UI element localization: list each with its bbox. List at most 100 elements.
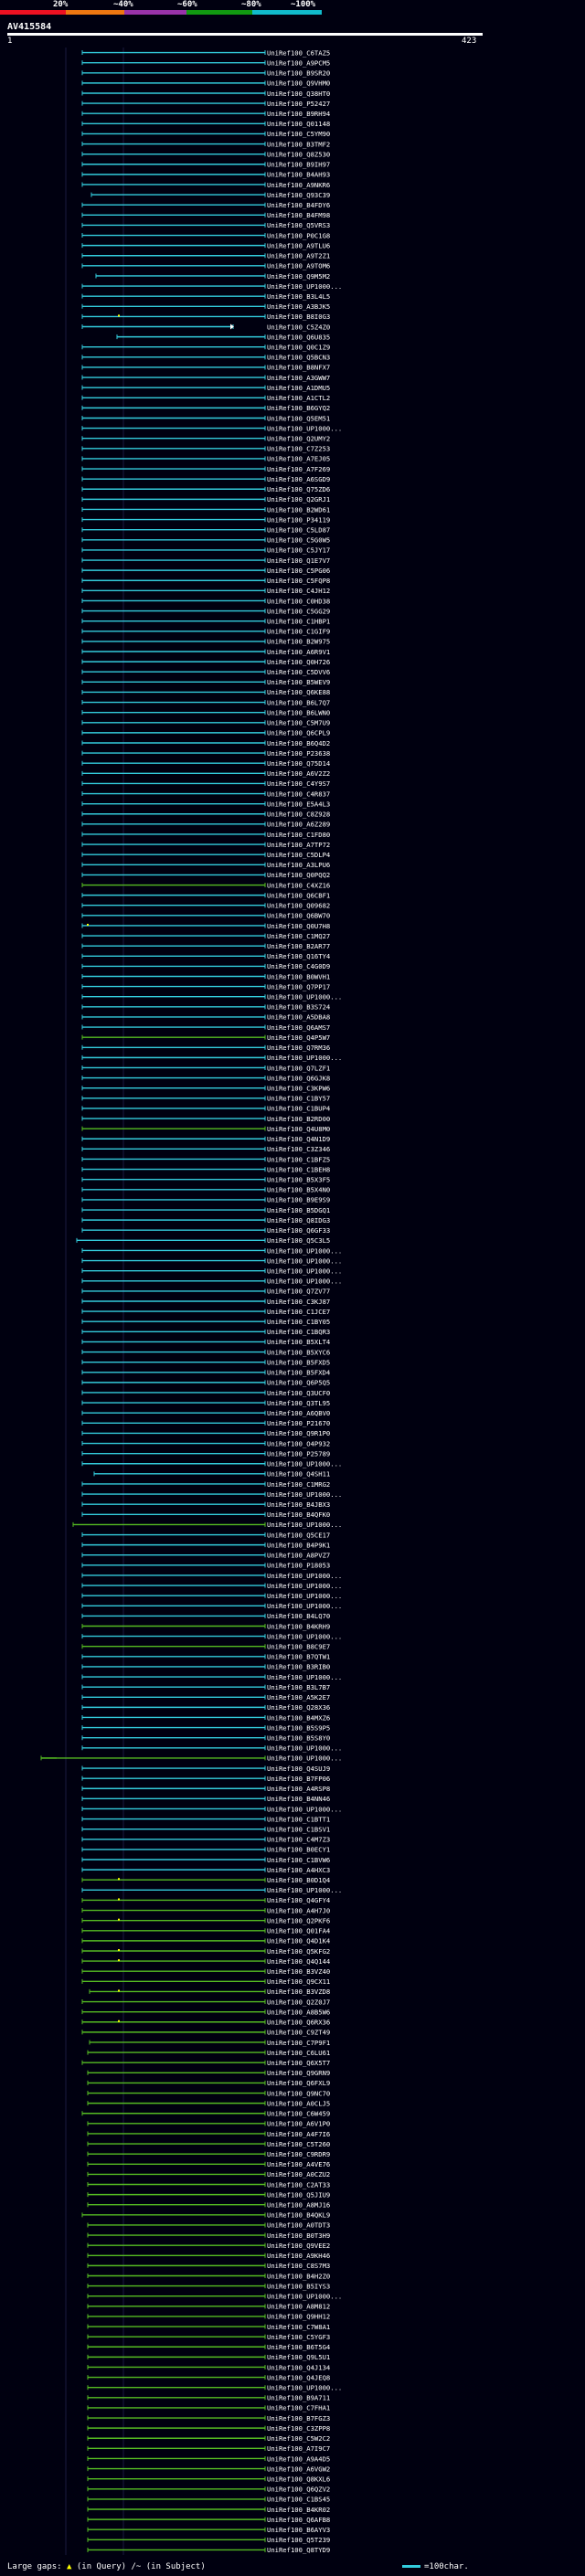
hit-label: UniRef100_A9TOM6	[267, 262, 330, 270]
hit-row: UniRef100_B6L7Q7	[81, 698, 330, 706]
hit-label: UniRef100_B5FXD4	[267, 1369, 330, 1377]
hit-label: UniRef100_C1BVW6	[267, 1856, 330, 1864]
hit-label: UniRef100_B5IYS3	[267, 2282, 330, 2290]
hit-label: UniRef100_C9RDR9	[267, 2150, 330, 2158]
hit-row: UniRef100_B5IYS3	[87, 2282, 330, 2290]
hit-row: UniRef100_Q9R1P0	[81, 1429, 330, 1437]
hit-row: UniRef100_Q75ZD6	[81, 485, 330, 493]
hit-label: UniRef100_B5XYC6	[267, 1348, 330, 1356]
hit-row: UniRef100_Q2GRJ1	[81, 495, 330, 504]
hit-row: UniRef100_Q2Z0J7	[81, 1998, 330, 2006]
hit-row: UniRef100_C1MRG2	[81, 1480, 330, 1489]
hit-row: UniRef100_A3LPU6	[81, 861, 330, 869]
hit-row: UniRef100_Q8IDG3	[81, 1216, 330, 1224]
hit-row: UniRef100_B3S724	[81, 1003, 330, 1012]
hit-label: UniRef100_C1BUP4	[267, 1105, 330, 1113]
legend-bar-label: =100char.	[424, 2562, 469, 2571]
hit-label: UniRef100_C1BFZ5	[267, 1155, 330, 1163]
hit-label: UniRef100_Q4N1D9	[267, 1135, 330, 1143]
hit-label: UniRef100_C6TAZ5	[267, 48, 330, 57]
hit-row: UniRef100_B5X3F5	[81, 1175, 330, 1183]
hit-row: UniRef100_UP1000...	[81, 1673, 342, 1681]
hit-label: UniRef100_B5DGQ1	[267, 1206, 330, 1214]
hit-row: UniRef100_B5X4N0	[81, 1186, 330, 1194]
hit-row: UniRef100_P52427	[81, 100, 330, 108]
hit-label: UniRef100_B4KR02	[267, 2506, 330, 2514]
hit-label: UniRef100_B7FP06	[267, 1775, 330, 1783]
hit-row: UniRef100_A4HXC3	[81, 1866, 330, 1874]
hit-row: UniRef100_B5S8Y0	[81, 1734, 330, 1743]
legend: Large gaps: ▲ (in Query) /~ (in Subject)…	[7, 2560, 583, 2573]
hit-row: UniRef100_B2W975	[81, 638, 330, 646]
hit-row: UniRef100_C1BQR3	[81, 1328, 330, 1336]
hit-label: UniRef100_A4HXC3	[267, 1866, 330, 1874]
hit-label: UniRef100_Q6GF33	[267, 1226, 330, 1235]
hit-label: UniRef100_A9KH46	[267, 2252, 330, 2260]
hit-row: UniRef100_B0WVH1	[81, 972, 330, 981]
hit-label: UniRef100_P52427	[267, 100, 330, 108]
hit-label: UniRef100_B0T3H9	[267, 2231, 330, 2240]
hit-label: UniRef100_C7P9F1	[267, 2039, 330, 2047]
hit-row: UniRef100_A0CLJ5	[87, 2099, 330, 2107]
hit-label: UniRef100_UP1000...	[267, 1054, 342, 1062]
hit-row: UniRef100_B3VZ40	[81, 1967, 330, 1976]
hit-label: UniRef100_Q9CX11	[267, 1977, 330, 1986]
hit-row: UniRef100_Q9CX11	[81, 1977, 330, 1986]
hit-row: UniRef100_B9A711	[87, 2394, 330, 2402]
hit-row: UniRef100_Q4JEQ8	[87, 2373, 330, 2381]
hit-row: UniRef100_UP1000...	[81, 1744, 342, 1753]
hit-label: UniRef100_A1DMU5	[267, 384, 330, 392]
hit-row: UniRef100_C2AT33	[87, 2180, 330, 2189]
hit-label: UniRef100_Q7LZF1	[267, 1064, 330, 1072]
hit-label: UniRef100_Q16TY4	[267, 952, 330, 960]
hit-row: UniRef100_UP1000...	[81, 1572, 342, 1580]
hit-row: UniRef100_B4LQ70	[81, 1612, 330, 1620]
hit-row: UniRef100_A6Z289	[81, 821, 330, 829]
gap-marker	[118, 1989, 120, 1992]
hit-label: UniRef100_A8PVZ7	[267, 1552, 330, 1560]
hit-row: UniRef100_C4JH12	[81, 587, 330, 595]
hit-row: UniRef100_Q93C39	[90, 191, 330, 199]
hit-row: UniRef100_A3GWW7	[81, 374, 330, 382]
hit-label: UniRef100_C1HBP1	[267, 617, 330, 625]
hit-label: UniRef100_B0ECY1	[267, 1846, 330, 1854]
hit-row: UniRef100_C5DVV6	[81, 668, 330, 676]
hit-label: UniRef100_B6AYV3	[267, 2526, 330, 2534]
hit-label: UniRef100_Q5JIU9	[267, 2190, 330, 2199]
hit-label: UniRef100_Q9M5M2	[267, 272, 330, 281]
hit-row: UniRef100_Q9M5M2	[95, 272, 330, 281]
hit-label: UniRef100_B4NN46	[267, 1795, 330, 1803]
hit-label: UniRef100_Q9GRN9	[267, 2069, 330, 2077]
hit-label: UniRef100_UP1000...	[267, 1490, 342, 1499]
hit-row: UniRef100_UP1000...	[81, 1277, 342, 1286]
hit-label: UniRef100_Q9VEE2	[267, 2242, 330, 2250]
hit-row: UniRef100_C4XZ16	[81, 881, 330, 889]
hit-row: UniRef100_P0C1G8	[81, 231, 330, 239]
hit-label: UniRef100_B8C9E7	[267, 1643, 330, 1651]
hit-row: UniRef100_C0HD38	[81, 597, 330, 605]
legend-gap-subject: /~ (in Subject)	[131, 2562, 206, 2571]
hit-label: UniRef100_A7I9C7	[267, 2444, 330, 2453]
hit-row: UniRef100_Q7PP17	[81, 982, 330, 991]
hit-label: UniRef100_B6GYQ2	[267, 404, 330, 412]
hit-label: UniRef100_Q4SH11	[267, 1470, 330, 1479]
hit-row: UniRef100_Q6CBF1	[81, 891, 330, 899]
hit-label: UniRef100_B5S9P5	[267, 1723, 330, 1732]
hit-row: UniRef100_B2RD00	[81, 1115, 330, 1123]
hit-row: UniRef100_Q6RX36	[81, 2019, 330, 2027]
hit-label: UniRef100_C5FQP8	[267, 577, 330, 585]
hit-label: UniRef100_Q4JEQ8	[267, 2373, 330, 2381]
hit-label: UniRef100_A9PCM5	[267, 58, 330, 67]
hit-label: UniRef100_Q1E7V7	[267, 557, 330, 565]
hit-row: UniRef100_Q6QZV2	[87, 2486, 330, 2494]
hit-label: UniRef100_UP1000...	[267, 1673, 342, 1681]
hit-row: UniRef100_Q9HH12	[87, 2313, 330, 2321]
hit-label: UniRef100_C5LD87	[267, 525, 330, 534]
hit-row: UniRef100_B4JBX3	[81, 1500, 330, 1509]
hit-label: UniRef100_B5WEV9	[267, 678, 330, 686]
hit-row: UniRef100_B9IH97	[81, 161, 330, 169]
hit-row: UniRef100_UP1000...	[81, 1267, 342, 1275]
hit-label: UniRef100_Q7ZV77	[267, 1288, 330, 1296]
hit-row: UniRef100_C5JY17	[81, 546, 330, 555]
hit-label: UniRef100_B8NFX7	[267, 364, 330, 372]
